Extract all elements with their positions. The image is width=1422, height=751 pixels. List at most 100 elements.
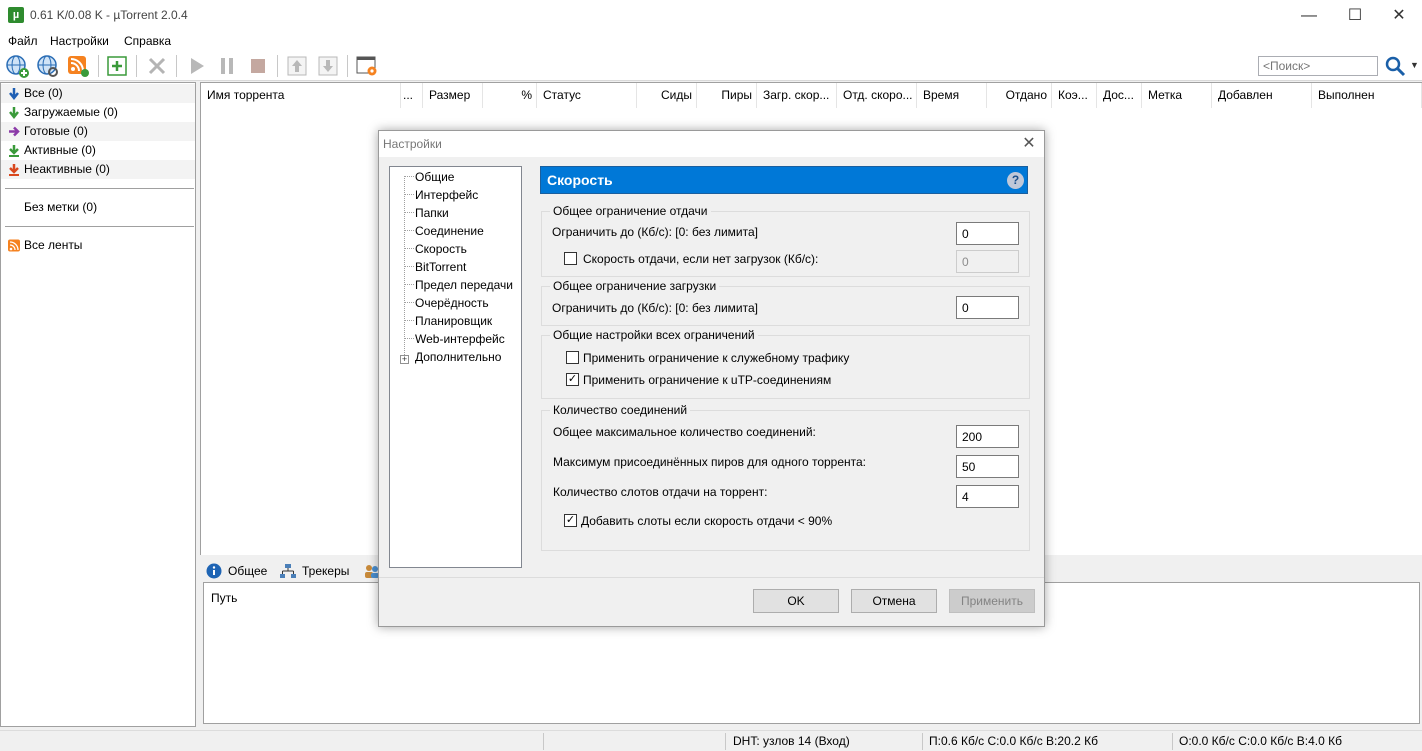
search-icon <box>1385 56 1406 77</box>
ok-button[interactable]: OK <box>753 589 839 613</box>
upload-limit-label: Ограничить до (Кб/с): [0: без лимита] <box>552 225 758 239</box>
tree-item-queueing[interactable]: Очерёдность <box>415 294 489 312</box>
pause-button[interactable] <box>215 54 239 78</box>
sidebar-item-inactive[interactable]: Неактивные (0) <box>1 160 195 179</box>
search-input[interactable] <box>1258 56 1378 76</box>
create-torrent-button[interactable] <box>105 54 129 78</box>
menu-settings[interactable]: Настройки <box>50 34 109 48</box>
sidebar-item-completed[interactable]: Готовые (0) <box>1 122 195 141</box>
column-header-availability[interactable]: Дос... <box>1097 83 1142 108</box>
preferences-button[interactable] <box>355 54 379 78</box>
help-icon[interactable]: ? <box>1007 172 1024 189</box>
column-header-percent[interactable]: % <box>483 83 537 108</box>
tree-item-webui[interactable]: Web-интерфейс <box>415 330 505 348</box>
tree-item-speed[interactable]: Скорость <box>415 240 467 258</box>
globe-link-icon <box>37 55 58 77</box>
column-header-up-speed[interactable]: Отд. скоро... <box>837 83 917 108</box>
upload-slots-input[interactable] <box>956 485 1019 508</box>
tree-item-general[interactable]: Общие <box>415 168 454 186</box>
upload-status[interactable]: О:0.0 Кб/с С:0.0 Кб/с В:4.0 Кб <box>1179 734 1342 748</box>
remove-torrent-button[interactable] <box>145 54 169 78</box>
utp-checkbox[interactable]: ✓ <box>566 373 579 386</box>
tab-trackers[interactable]: Трекеры <box>274 560 358 582</box>
column-header-name[interactable]: Имя торрента <box>201 83 401 108</box>
upload-limit-input[interactable] <box>956 222 1019 245</box>
extra-slots-checkbox[interactable]: ✓ <box>564 514 577 527</box>
tree-item-scheduler[interactable]: Планировщик <box>415 312 492 330</box>
globe-add-icon <box>6 55 29 78</box>
max-peers-label: Максимум присоединённых пиров для одного… <box>553 455 867 469</box>
tree-item-transfer-cap[interactable]: Предел передачи <box>415 276 513 294</box>
column-header-size[interactable]: Размер <box>423 83 483 108</box>
tree-item-advanced[interactable]: Дополнительно <box>415 348 501 366</box>
tab-general[interactable]: Общее <box>200 560 274 582</box>
dialog-close-button[interactable]: ✕ <box>1017 133 1041 155</box>
column-header-seeds[interactable]: Сиды <box>637 83 697 108</box>
overhead-checkbox[interactable] <box>566 351 579 364</box>
column-header-eta[interactable]: Время <box>917 83 987 108</box>
search-dropdown-icon[interactable]: ▼ <box>1410 60 1419 70</box>
menu-file[interactable]: Файл <box>8 34 38 48</box>
column-header-ratio[interactable]: Коэ... <box>1052 83 1097 108</box>
sidebar-item-label: Все (0) <box>24 86 63 100</box>
tree-item-interface[interactable]: Интерфейс <box>415 186 478 204</box>
group-label: Общие настройки всех ограничений <box>550 328 758 342</box>
checkmark-icon: ✓ <box>567 373 578 385</box>
column-header-uploaded[interactable]: Отдано <box>987 83 1052 108</box>
upload-alt-checkbox[interactable] <box>564 252 577 265</box>
column-header-status[interactable]: Статус <box>537 83 637 108</box>
dht-status[interactable]: DHT: узлов 14 (Вход) <box>733 734 850 748</box>
path-label: Путь <box>211 591 238 605</box>
title-bar: µ 0.61 K/0.08 K - µTorrent 2.0.4 — ☐ ✕ <box>0 0 1422 31</box>
download-status[interactable]: П:0.6 Кб/с С:0.0 Кб/с В:20.2 Кб <box>929 734 1098 748</box>
dialog-title-bar: Настройки ✕ <box>379 131 1044 157</box>
upload-alt-label: Скорость отдачи, если нет загрузок (Кб/с… <box>583 252 819 266</box>
plus-icon <box>107 56 127 76</box>
sidebar-item-label: Готовые (0) <box>24 124 88 138</box>
tree-item-connection[interactable]: Соединение <box>415 222 484 240</box>
start-button[interactable] <box>185 54 209 78</box>
column-header-down-speed[interactable]: Загр. скор... <box>757 83 837 108</box>
close-button[interactable]: ✕ <box>1376 0 1422 31</box>
sidebar-item-all[interactable]: Все (0) <box>1 84 195 103</box>
sidebar-item-no-label[interactable]: Без метки (0) <box>1 198 195 217</box>
inactive-arrow-icon <box>9 164 19 176</box>
max-peers-input[interactable] <box>956 455 1019 478</box>
settings-gear-icon <box>356 56 377 76</box>
sidebar-item-all-feeds[interactable]: Все ленты <box>1 236 195 255</box>
minimize-button[interactable]: — <box>1286 0 1332 31</box>
column-header-label[interactable]: Метка <box>1142 83 1212 108</box>
cancel-button[interactable]: Отмена <box>851 589 937 613</box>
max-connections-input[interactable] <box>956 425 1019 448</box>
category-sidebar: Все (0) Загружаемые (0) Готовые (0) Акти… <box>0 82 196 727</box>
checkmark-icon: ✓ <box>565 514 576 526</box>
column-header-completed[interactable]: Выполнен <box>1312 83 1422 108</box>
stop-button[interactable] <box>246 54 270 78</box>
overhead-label: Применить ограничение к служебному трафи… <box>583 351 850 365</box>
sidebar-item-label: Активные (0) <box>24 143 96 157</box>
panel-title: Скорость <box>547 172 613 188</box>
tree-expand-icon[interactable]: + <box>400 355 409 364</box>
column-header-peers[interactable]: Пиры <box>697 83 757 108</box>
sidebar-item-downloading[interactable]: Загружаемые (0) <box>1 103 195 122</box>
move-down-button[interactable] <box>316 54 340 78</box>
sidebar-item-active[interactable]: Активные (0) <box>1 141 195 160</box>
rss-feeds-button[interactable] <box>66 54 90 78</box>
apply-button[interactable]: Применить <box>949 589 1035 613</box>
pause-icon <box>221 58 233 74</box>
move-up-button[interactable] <box>285 54 309 78</box>
info-icon <box>206 563 222 579</box>
download-limit-group: Общее ограничение загрузки Ограничить до… <box>541 279 1030 326</box>
column-header-more[interactable]: ... <box>401 83 423 108</box>
menu-help[interactable]: Справка <box>124 34 171 48</box>
upload-alt-input[interactable] <box>956 250 1019 273</box>
search-button[interactable] <box>1384 55 1406 77</box>
download-limit-input[interactable] <box>956 296 1019 319</box>
tree-item-folders[interactable]: Папки <box>415 204 449 222</box>
tree-item-bittorrent[interactable]: BitTorrent <box>415 258 466 276</box>
column-header-added[interactable]: Добавлен <box>1212 83 1312 108</box>
maximize-button[interactable]: ☐ <box>1332 0 1378 31</box>
add-torrent-url-button[interactable] <box>5 54 29 78</box>
rss-download-button[interactable] <box>36 54 60 78</box>
dialog-title: Настройки <box>383 137 442 151</box>
